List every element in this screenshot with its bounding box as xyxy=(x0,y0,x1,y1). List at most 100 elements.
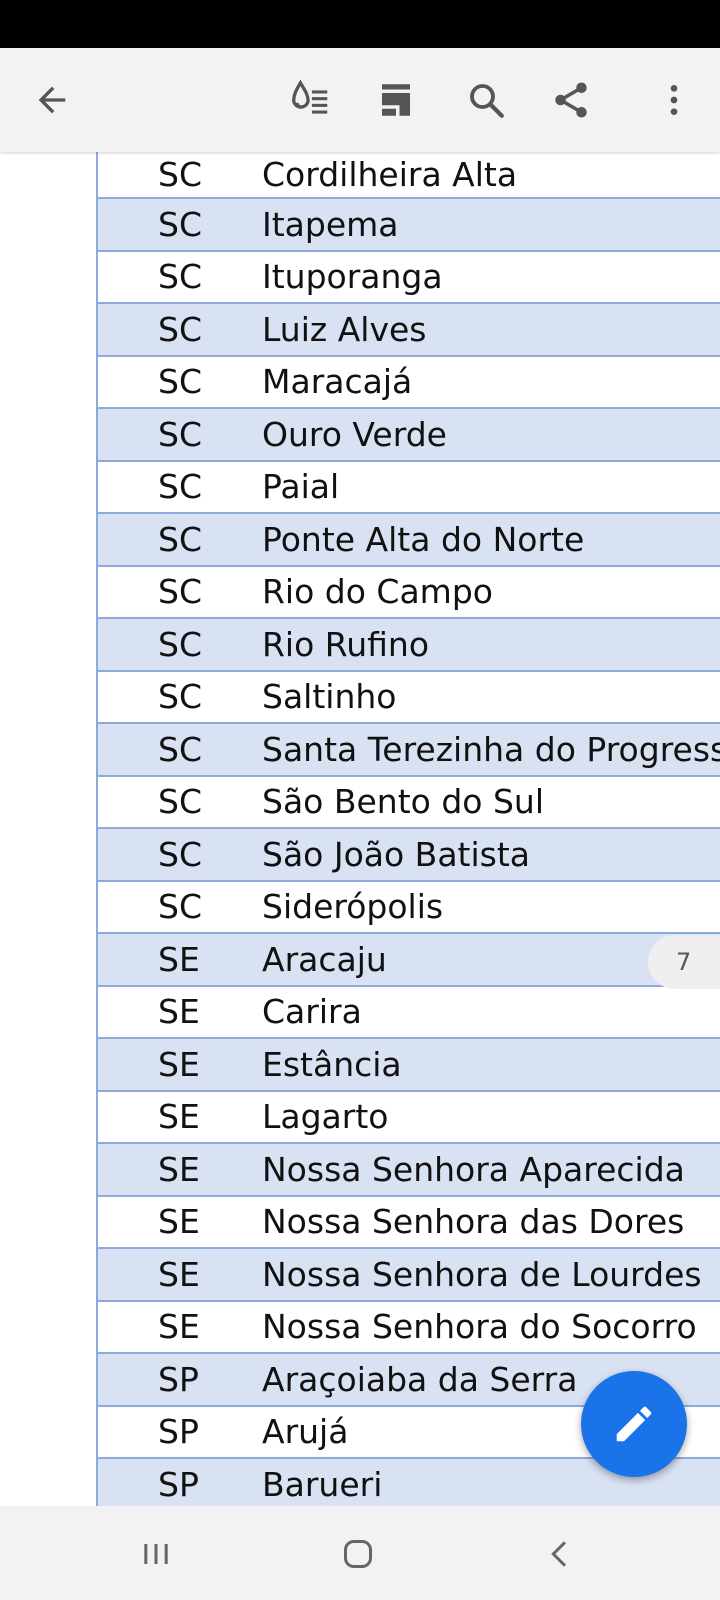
state-cell: SE xyxy=(158,1254,200,1294)
state-cell: SE xyxy=(158,1202,200,1242)
table-row: SE Aracaju xyxy=(98,934,720,987)
home-button[interactable] xyxy=(328,1524,388,1584)
table-row: SC Rio do Campo xyxy=(98,567,720,619)
city-cell: São João Batista xyxy=(262,834,530,874)
table-row: SE Nossa Senhora Aparecida xyxy=(98,1144,720,1197)
city-cell: Carira xyxy=(262,992,362,1032)
page-number-badge: 7 xyxy=(648,935,720,989)
state-cell: SC xyxy=(158,782,202,822)
state-cell: SE xyxy=(158,1097,200,1137)
city-cell: Saltinho xyxy=(262,677,397,717)
table-row: SC Ouro Verde xyxy=(98,409,720,462)
city-cell: Nossa Senhora do Socorro xyxy=(262,1307,697,1347)
table-row: SC Ituporanga xyxy=(98,252,720,304)
page-number-label: 7 xyxy=(676,948,692,976)
text-view-icon xyxy=(292,79,328,114)
back-chevron-icon xyxy=(551,1541,567,1567)
city-cell: Ituporanga xyxy=(262,257,443,297)
share-button[interactable] xyxy=(545,74,597,126)
back-button[interactable] xyxy=(26,74,78,126)
city-cell: Siderópolis xyxy=(262,887,444,927)
edit-button[interactable] xyxy=(581,1371,687,1477)
top-toolbar xyxy=(0,48,720,152)
state-cell: SC xyxy=(158,155,202,194)
state-cell: SC xyxy=(158,467,202,507)
table-row: SC Cordilheira Alta xyxy=(98,152,720,199)
status-bar xyxy=(0,0,720,48)
page-layout-icon xyxy=(382,84,410,116)
text-view-button[interactable] xyxy=(284,74,336,126)
table-row: SC Maracajá xyxy=(98,357,720,409)
state-cell: SE xyxy=(158,1149,200,1189)
state-cell: SC xyxy=(158,887,202,927)
state-cell: SC xyxy=(158,624,202,664)
search-icon xyxy=(470,84,504,118)
more-vert-icon xyxy=(670,85,678,115)
state-cell: SP xyxy=(158,1464,199,1504)
city-cell: Nossa Senhora Aparecida xyxy=(262,1149,685,1189)
table-row: SC Rio Rufino xyxy=(98,619,720,672)
city-cell: Ouro Verde xyxy=(262,414,447,454)
system-navigation-bar xyxy=(0,1506,720,1600)
table-row: SE Carira xyxy=(98,987,720,1039)
city-cell: Nossa Senhora de Lourdes xyxy=(262,1254,702,1294)
recent-apps-icon xyxy=(144,1544,168,1564)
table-row: SE Lagarto xyxy=(98,1092,720,1144)
city-cell: Cordilheira Alta xyxy=(262,155,518,194)
page-layout-button[interactable] xyxy=(370,74,422,126)
state-cell: SC xyxy=(158,257,202,297)
table-row: SC Luiz Alves xyxy=(98,304,720,357)
recent-apps-button[interactable] xyxy=(126,1524,186,1584)
state-cell: SC xyxy=(158,362,202,402)
state-cell: SC xyxy=(158,204,202,244)
city-cell: Barueri xyxy=(262,1464,383,1504)
city-cell: Arujá xyxy=(262,1412,349,1452)
back-nav-button[interactable] xyxy=(530,1524,590,1584)
table-row: SE Nossa Senhora de Lourdes xyxy=(98,1249,720,1302)
city-cell: Araçoiaba da Serra xyxy=(262,1359,578,1399)
state-cell: SP xyxy=(158,1359,199,1399)
table-row: SC Ponte Alta do Norte xyxy=(98,514,720,567)
state-cell: SC xyxy=(158,519,202,559)
city-cell: Rio Rufino xyxy=(262,624,430,664)
table-row: SC Saltinho xyxy=(98,672,720,724)
state-cell: SC xyxy=(158,677,202,717)
edit-pencil-icon xyxy=(616,1406,652,1442)
city-cell: Luiz Alves xyxy=(262,309,427,349)
more-options-button[interactable] xyxy=(648,74,700,126)
table-row: SE Nossa Senhora do Socorro xyxy=(98,1302,720,1354)
state-cell: SP xyxy=(158,1412,199,1452)
city-cell: Paial xyxy=(262,467,340,507)
state-cell: SC xyxy=(158,729,202,769)
city-cell: Aracaju xyxy=(262,939,387,979)
table-row: SE Nossa Senhora das Dores xyxy=(98,1197,720,1249)
table-row: SC Santa Terezinha do Progress xyxy=(98,724,720,777)
table-row: SE Estância xyxy=(98,1039,720,1092)
city-cell: Itapema xyxy=(262,204,399,244)
table-row: SC São Bento do Sul xyxy=(98,777,720,829)
state-cell: SC xyxy=(158,834,202,874)
home-icon xyxy=(344,1540,372,1568)
table-row: SC Siderópolis xyxy=(98,882,720,934)
state-cell: SC xyxy=(158,309,202,349)
state-cell: SE xyxy=(158,1044,200,1084)
state-cell: SC xyxy=(158,414,202,454)
state-cell: SE xyxy=(158,939,200,979)
state-cell: SC xyxy=(158,572,202,612)
city-cell: Lagarto xyxy=(262,1097,389,1137)
state-cell: SE xyxy=(158,1307,200,1347)
city-cell: Maracajá xyxy=(262,362,413,402)
city-cell: São Bento do Sul xyxy=(262,782,544,822)
table-row: SC Itapema xyxy=(98,199,720,252)
city-cell: Estância xyxy=(262,1044,402,1084)
state-cell: SE xyxy=(158,992,200,1032)
table-row: SC São João Batista xyxy=(98,829,720,882)
search-button[interactable] xyxy=(460,74,512,126)
document-view[interactable]: SC Cordilheira Alta SC Itapema SC Ituporanga S… xyxy=(0,152,720,1506)
city-cell: Rio do Campo xyxy=(262,572,493,612)
table-row: SC Paial xyxy=(98,462,720,514)
arrow-left-icon xyxy=(38,86,66,114)
city-cell: Ponte Alta do Norte xyxy=(262,519,585,559)
share-icon xyxy=(555,82,587,118)
city-cell: Nossa Senhora das Dores xyxy=(262,1202,685,1242)
